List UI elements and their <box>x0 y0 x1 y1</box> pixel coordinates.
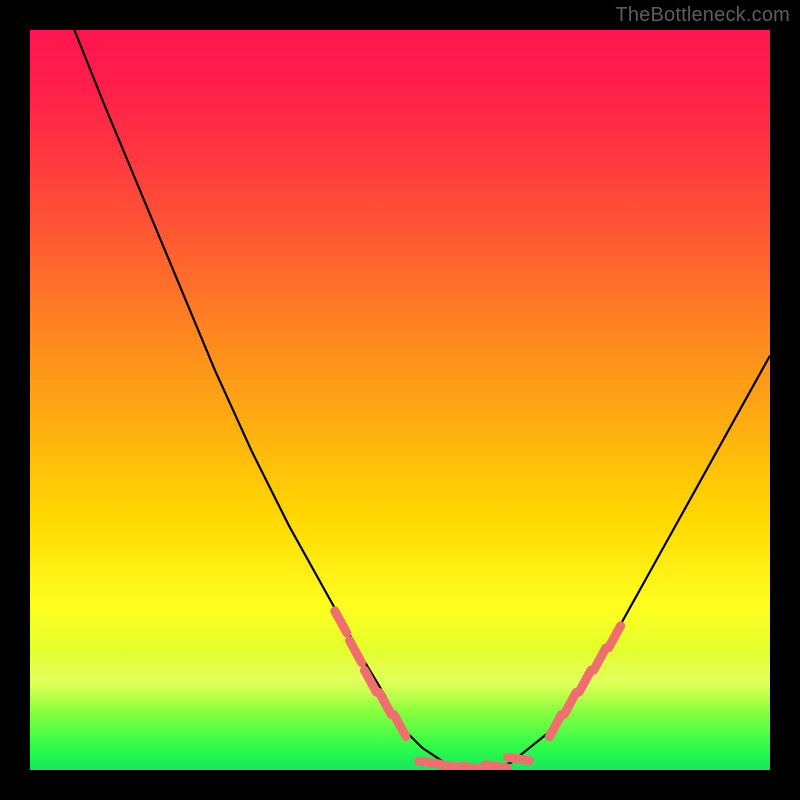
plot-area <box>30 30 770 770</box>
curve-line <box>74 30 770 770</box>
bottleneck-curve <box>30 30 770 770</box>
chart-frame: TheBottleneck.com <box>0 0 800 800</box>
curve-dashes <box>335 611 621 769</box>
attribution-text: TheBottleneck.com <box>615 4 790 27</box>
